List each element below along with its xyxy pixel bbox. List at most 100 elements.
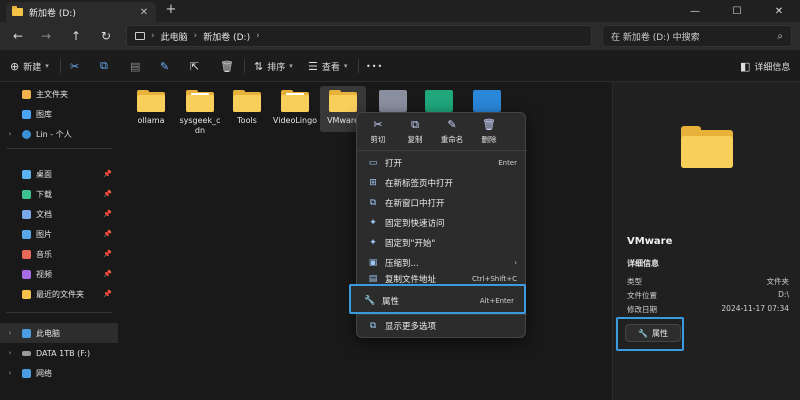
new-label: 新建 (23, 62, 42, 73)
view-button[interactable]: ☰ 查看 ▾ (308, 56, 347, 76)
maximize-button[interactable]: ☐ (716, 0, 758, 22)
sidebar-item-documents[interactable]: 文档 📌 (0, 204, 118, 224)
file-item-partial[interactable] (464, 86, 510, 112)
search-placeholder: 在 新加卷 (D:) 中搜索 (611, 32, 700, 43)
context-copy-button[interactable]: ⧉ 复制 (397, 118, 433, 145)
address-bar[interactable]: › 此电脑 › 新加卷 (D:) › (126, 25, 592, 47)
minimize-button[interactable]: — (674, 0, 716, 22)
rename-icon: ✎ (160, 59, 170, 73)
cut-button[interactable]: ✂ (70, 56, 79, 76)
folder-item-ollama[interactable]: ollama (128, 86, 174, 126)
chevron-right-icon[interactable]: › (4, 130, 16, 138)
sidebar-item-gallery[interactable]: 图库 (0, 104, 118, 124)
document-folder-icon (379, 90, 407, 112)
file-item-partial[interactable] (416, 86, 462, 112)
menu-item-compress[interactable]: ▣ 压缩到... › (361, 253, 523, 273)
sidebar-item-network[interactable]: › 网络 (0, 363, 118, 383)
divider (358, 59, 359, 73)
folder-item-tools[interactable]: Tools (224, 86, 270, 126)
sidebar-item-data-drive[interactable]: › DATA 1TB (F:) (0, 343, 118, 363)
view-label: 查看 (321, 62, 340, 73)
menu-item-open-new-tab[interactable]: ⊞ 在新标签页中打开 (361, 173, 523, 193)
file-item-partial[interactable] (370, 86, 416, 112)
chevron-right-icon[interactable]: › (4, 329, 16, 337)
context-delete-button[interactable]: 🗑 删除 (471, 118, 507, 145)
details-pane: VMware 详细信息 类型 文件夹 文件位置 D:\ 修改日期 2024-11… (612, 82, 800, 400)
details-value: 文件夹 (766, 277, 790, 286)
menu-item-properties-highlighted[interactable]: 🔧 属性 Alt+Enter (358, 291, 520, 311)
details-title: VMware (627, 236, 673, 247)
sidebar-item-pictures[interactable]: 图片 📌 (0, 224, 118, 244)
sidebar-item-onedrive[interactable]: › Lin - 个人 (0, 124, 118, 144)
menu-item-label: 在新窗口中打开 (385, 199, 445, 209)
sidebar-item-videos[interactable]: 视频 📌 (0, 264, 118, 284)
pin-icon: 📌 (103, 190, 112, 198)
title-bar: 新加卷 (D:) ✕ + — ☐ ✕ (0, 0, 800, 22)
up-button[interactable]: ↑ (66, 26, 86, 46)
pin-icon: ✦ (369, 238, 377, 248)
divider (244, 59, 245, 73)
menu-item-copy-path[interactable]: ▤ 复制文件地址 Ctrl+Shift+C (361, 273, 523, 285)
sort-icon: ⇅ (254, 59, 264, 73)
menu-item-label: 固定到快速访问 (385, 219, 445, 229)
scissors-icon: ✂ (373, 118, 383, 131)
sidebar-item-label: 视频 (36, 269, 52, 279)
new-button[interactable]: ⊕ 新建 ▾ (10, 56, 49, 76)
sidebar-item-recent-folders[interactable]: 最近的文件夹 📌 (0, 284, 118, 304)
sidebar-item-home[interactable]: 主文件夹 (0, 84, 118, 104)
close-tab-icon[interactable]: ✕ (138, 7, 150, 18)
sort-button[interactable]: ⇅ 排序 ▾ (254, 56, 293, 76)
sidebar-item-desktop[interactable]: 桌面 📌 (0, 164, 118, 184)
chevron-down-icon: ▾ (343, 62, 348, 70)
folder-icon (12, 6, 23, 16)
paste-button[interactable]: ▤ (130, 56, 140, 76)
folder-item-sysgeek-cdn[interactable]: sysgeek_cdn (177, 86, 223, 136)
properties-button[interactable]: 🔧 属性 (625, 324, 681, 342)
divider (6, 148, 112, 149)
menu-item-pin-start[interactable]: ✦ 固定到"开始" (361, 233, 523, 253)
chevron-right-icon: › (514, 259, 517, 267)
quick-action-label: 剪切 (370, 135, 386, 144)
breadcrumb-new-volume[interactable]: 新加卷 (D:) (203, 30, 250, 43)
copy-button[interactable]: ⧉ (100, 56, 108, 76)
tab-new-volume-d[interactable]: 新加卷 (D:) ✕ (6, 2, 156, 22)
details-pane-button[interactable]: ◧ 详细信息 (740, 56, 790, 76)
picture-icon (22, 229, 31, 239)
context-rename-button[interactable]: ✎ 重命名 (434, 118, 470, 145)
forward-button[interactable]: → (36, 26, 56, 46)
menu-item-pin-quick-access[interactable]: ✦ 固定到快速访问 (361, 213, 523, 233)
chevron-right-icon[interactable]: › (4, 349, 16, 357)
chevron-right-icon[interactable]: › (4, 369, 16, 377)
details-key: 文件位置 (627, 291, 657, 300)
pin-icon: 📌 (103, 210, 112, 218)
refresh-button[interactable]: ↻ (96, 26, 116, 46)
window-controls: — ☐ ✕ (674, 0, 800, 22)
download-folder-icon (425, 90, 453, 112)
sidebar-item-music[interactable]: 音乐 📌 (0, 244, 118, 264)
share-button[interactable]: ⇱ (190, 56, 199, 76)
chevron-right-icon: › (151, 31, 155, 41)
breadcrumb-this-pc[interactable]: 此电脑 (161, 30, 188, 43)
back-button[interactable]: ← (8, 26, 28, 46)
folder-item-videolingo[interactable]: VideoLingo (272, 86, 318, 126)
properties-label: 属性 (651, 328, 668, 338)
rename-button[interactable]: ✎ (160, 56, 169, 76)
sidebar-item-label: 图片 (36, 229, 52, 239)
delete-button[interactable]: 🗑 (220, 56, 234, 76)
more-options-button[interactable]: ••• (366, 56, 383, 76)
menu-item-open-new-window[interactable]: ⧉ 在新窗口中打开 (361, 193, 523, 213)
folder-icon (681, 126, 733, 168)
context-quick-actions: ✂ 剪切 ⧉ 复制 ✎ 重命名 🗑 删除 (357, 113, 527, 151)
close-window-button[interactable]: ✕ (758, 0, 800, 22)
sidebar-item-downloads[interactable]: 下载 📌 (0, 184, 118, 204)
menu-item-open[interactable]: ▭ 打开 Enter (361, 153, 523, 173)
context-cut-button[interactable]: ✂ 剪切 (360, 118, 396, 145)
search-input[interactable]: 在 新加卷 (D:) 中搜索 ⌕ (602, 25, 792, 47)
menu-item-show-more-options[interactable]: ⧉ 显示更多选项 (361, 316, 523, 336)
sidebar-item-this-pc[interactable]: › 此电脑 (0, 323, 118, 343)
chevron-down-icon: ▾ (289, 62, 293, 70)
folder-name: Tools (237, 116, 257, 125)
menu-shortcut: Ctrl+Shift+C (472, 275, 517, 283)
new-tab-button[interactable]: + (164, 2, 178, 17)
network-icon (22, 368, 31, 378)
